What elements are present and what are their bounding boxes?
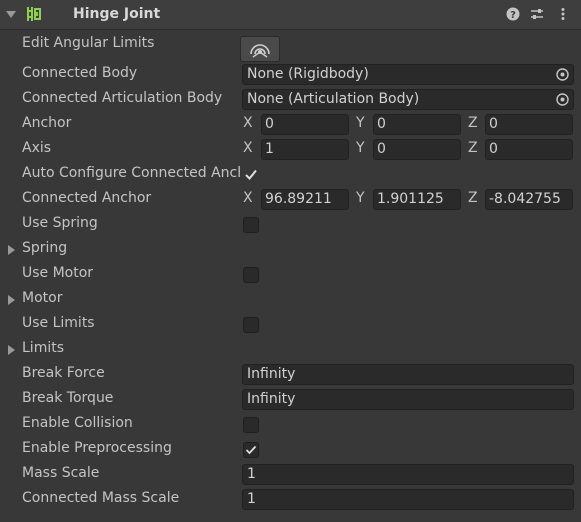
foldout-arrow-icon[interactable] — [8, 345, 15, 355]
axis-y-value: 0 — [377, 141, 386, 157]
connected-mass-scale-value: 1 — [247, 491, 256, 507]
break-torque-value: Infinity — [247, 391, 296, 407]
row-connected-anchor: Connected Anchor X 96.89211 Y 1.901125 Z… — [0, 188, 581, 213]
axis-y-field[interactable]: 0 — [373, 139, 461, 160]
connected-anchor-z-value: -8.042755 — [489, 191, 561, 207]
use-limits-checkbox[interactable] — [243, 317, 259, 333]
axis-x-field[interactable]: 1 — [261, 139, 349, 160]
break-force-value: Infinity — [247, 366, 296, 382]
use-spring-checkbox[interactable] — [243, 217, 259, 233]
row-use-spring: Use Spring — [0, 213, 581, 238]
label-break-force: Break Force — [22, 365, 105, 381]
component-header[interactable]: Hinge Joint ? — [0, 0, 581, 30]
row-enable-preprocessing: Enable Preprocessing — [0, 438, 581, 463]
connected-anchor-y-field[interactable]: 1.901125 — [373, 189, 461, 210]
axis-y-label: Y — [356, 140, 365, 156]
row-connected-mass-scale: Connected Mass Scale 1 — [0, 488, 581, 513]
connected-body-value: None (Rigidbody) — [247, 66, 369, 82]
label-limits[interactable]: Limits — [22, 340, 240, 356]
axis-y-label: Y — [356, 115, 365, 131]
anchor-x-value: 0 — [265, 116, 274, 132]
connected-anchor-x-value: 96.89211 — [265, 191, 332, 207]
label-motor[interactable]: Motor — [22, 290, 240, 306]
foldout-spring[interactable]: Spring — [0, 238, 581, 263]
checkmark-icon — [245, 445, 257, 455]
foldout-motor[interactable]: Motor — [0, 288, 581, 313]
row-connected-body: Connected Body None (Rigidbody) — [0, 63, 581, 88]
auto-configure-checkbox[interactable] — [243, 167, 259, 183]
break-torque-field[interactable]: Infinity — [242, 389, 574, 410]
preset-icon[interactable] — [530, 7, 544, 21]
object-picker-icon[interactable] — [555, 67, 570, 82]
label-connected-mass-scale: Connected Mass Scale — [22, 490, 180, 506]
row-mass-scale: Mass Scale 1 — [0, 463, 581, 488]
foldout-limits[interactable]: Limits — [0, 338, 581, 363]
row-enable-collision: Enable Collision — [0, 413, 581, 438]
foldout-arrow-icon[interactable] — [8, 245, 15, 255]
label-connected-body: Connected Body — [22, 65, 138, 81]
menu-icon[interactable] — [556, 7, 570, 21]
axis-x-label: X — [243, 115, 253, 131]
connected-body-field[interactable]: None (Rigidbody) — [242, 64, 574, 85]
enable-collision-checkbox[interactable] — [243, 417, 259, 433]
anchor-x-field[interactable]: 0 — [261, 114, 349, 135]
row-break-torque: Break Torque Infinity — [0, 388, 581, 413]
anchor-y-value: 0 — [377, 116, 386, 132]
label-use-motor: Use Motor — [22, 265, 94, 281]
row-anchor: Anchor X 0 Y 0 Z 0 — [0, 113, 581, 138]
label-spring[interactable]: Spring — [22, 240, 240, 256]
connected-anchor-x-field[interactable]: 96.89211 — [261, 189, 349, 210]
label-connected-anchor: Connected Anchor — [22, 190, 152, 206]
mass-scale-field[interactable]: 1 — [242, 464, 574, 485]
axis-x-label: X — [243, 190, 253, 206]
anchor-z-value: 0 — [489, 116, 498, 132]
axis-x-value: 1 — [265, 141, 274, 157]
axis-z-label: Z — [468, 140, 478, 156]
label-break-torque: Break Torque — [22, 390, 114, 406]
connected-anchor-y-value: 1.901125 — [377, 191, 444, 207]
row-connected-articulation-body: Connected Articulation Body None (Articu… — [0, 88, 581, 113]
axis-x-label: X — [243, 140, 253, 156]
connected-anchor-z-field[interactable]: -8.042755 — [485, 189, 573, 210]
label-edit-angular-limits: Edit Angular Limits — [22, 35, 155, 51]
collapse-arrow-icon[interactable] — [6, 11, 16, 18]
svg-text:?: ? — [510, 10, 516, 21]
label-axis: Axis — [22, 140, 52, 156]
label-use-limits: Use Limits — [22, 315, 95, 331]
label-auto-configure-connected-anchor: Auto Configure Connected Anchor — [22, 165, 240, 181]
mass-scale-value: 1 — [247, 466, 256, 482]
anchor-y-field[interactable]: 0 — [373, 114, 461, 135]
label-connected-articulation-body: Connected Articulation Body — [22, 90, 223, 106]
enable-preprocessing-checkbox[interactable] — [243, 442, 259, 458]
axis-y-label: Y — [356, 190, 365, 206]
row-use-limits: Use Limits — [0, 313, 581, 338]
label-use-spring: Use Spring — [22, 215, 98, 231]
label-enable-collision: Enable Collision — [22, 415, 133, 431]
row-edit-angular-limits: Edit Angular Limits — [0, 33, 581, 58]
use-motor-checkbox[interactable] — [243, 267, 259, 283]
connected-articulation-body-field[interactable]: None (Articulation Body) — [242, 89, 574, 110]
row-axis: Axis X 1 Y 0 Z 0 — [0, 138, 581, 163]
label-enable-preprocessing: Enable Preprocessing — [22, 440, 172, 456]
axis-z-field[interactable]: 0 — [485, 139, 573, 160]
break-force-field[interactable]: Infinity — [242, 364, 574, 385]
label-mass-scale: Mass Scale — [22, 465, 100, 481]
anchor-z-field[interactable]: 0 — [485, 114, 573, 135]
row-auto-configure-connected-anchor: Auto Configure Connected Anchor — [0, 163, 581, 188]
row-break-force: Break Force Infinity — [0, 363, 581, 388]
component-title: Hinge Joint — [73, 6, 161, 22]
axis-z-label: Z — [468, 115, 478, 131]
axis-z-value: 0 — [489, 141, 498, 157]
edit-angular-limits-icon — [250, 44, 270, 58]
foldout-arrow-icon[interactable] — [8, 295, 15, 305]
label-anchor: Anchor — [22, 115, 72, 131]
row-use-motor: Use Motor — [0, 263, 581, 288]
axis-z-label: Z — [468, 190, 478, 206]
connected-articulation-body-value: None (Articulation Body) — [247, 91, 420, 107]
help-icon[interactable]: ? — [506, 7, 520, 21]
object-picker-icon[interactable] — [555, 92, 570, 107]
connected-mass-scale-field[interactable]: 1 — [242, 489, 574, 510]
edit-angular-limits-button[interactable] — [240, 36, 280, 62]
hinge-joint-icon — [27, 7, 41, 21]
